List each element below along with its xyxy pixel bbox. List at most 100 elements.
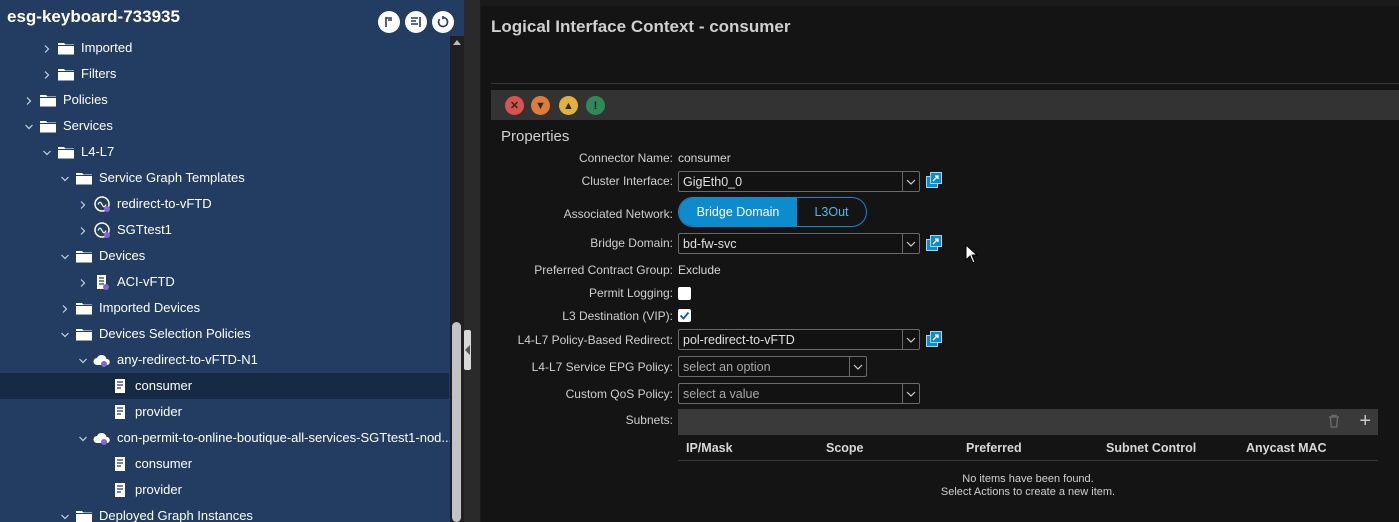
service-epg-policy-select[interactable]: select an option	[678, 356, 867, 377]
subnets-toolbar: +	[678, 409, 1378, 435]
permit-logging-checkbox[interactable]	[678, 287, 691, 300]
chevron-down-icon[interactable]	[60, 511, 70, 521]
chevron-right-icon[interactable]	[78, 225, 88, 235]
add-icon[interactable]: +	[1359, 411, 1371, 431]
custom-qos-select[interactable]: select a value	[678, 383, 920, 404]
chevron-right-icon[interactable]	[60, 303, 70, 313]
empty-hint: Select Actions to create a new item.	[940, 486, 1116, 498]
folder-icon	[75, 170, 93, 186]
cluster-interface-select[interactable]: GigEth0_0	[678, 171, 920, 192]
chevron-right-icon[interactable]	[78, 199, 88, 209]
cluster-interface-label: Cluster Interface:	[581, 174, 673, 188]
critical-fault-icon[interactable]: ✕	[505, 96, 524, 115]
tree-scrollbar-thumb[interactable]	[452, 322, 461, 522]
tree-item-label: Service Graph Templates	[99, 170, 245, 185]
empty-message: No items have been found.	[962, 473, 1094, 485]
pbr-select[interactable]: pol-redirect-to-vFTD	[678, 329, 920, 350]
tree-item[interactable]: Filters	[0, 61, 449, 87]
custom-qos-placeholder: select a value	[683, 387, 760, 401]
tree-item[interactable]: any-redirect-to-vFTD-N1	[0, 347, 449, 373]
chevron-down-icon[interactable]	[24, 121, 34, 131]
tree-item-selected[interactable]: consumer	[0, 373, 449, 399]
tree-item[interactable]: Services	[0, 113, 449, 139]
scroll-up-arrow-icon[interactable]	[453, 40, 461, 45]
tree-item[interactable]: ACI-vFTD	[0, 269, 449, 295]
tree-item[interactable]: provider	[0, 477, 449, 503]
warning-fault-icon[interactable]: !	[586, 96, 605, 115]
tree-item-label: consumer	[135, 378, 193, 393]
tree-item[interactable]: consumer	[0, 451, 449, 477]
folder-icon	[39, 118, 57, 134]
tree-item-label: provider	[135, 482, 182, 497]
tree-item-label: Devices Selection Policies	[99, 326, 251, 341]
l3-destination-checkbox[interactable]	[678, 309, 691, 322]
tree-item[interactable]: Imported	[0, 35, 449, 61]
bridge-domain-value: bd-fw-svc	[683, 237, 737, 251]
folder-icon	[75, 508, 93, 522]
tree-list: Imported Filters Policies Services L4-L7 Serv…	[0, 35, 452, 522]
chevron-right-icon[interactable]	[24, 95, 34, 105]
tree-item[interactable]: redirect-to-vFTD	[0, 191, 449, 217]
pbr-label: L4-L7 Policy-Based Redirect:	[517, 333, 673, 347]
collapse-panel-handle[interactable]	[464, 330, 471, 370]
folder-icon	[57, 144, 75, 160]
service-graph-icon	[93, 196, 111, 212]
tree-item[interactable]: Devices Selection Policies	[0, 321, 449, 347]
major-fault-icon[interactable]: ▼	[531, 96, 550, 115]
tree-item[interactable]: Devices	[0, 243, 449, 269]
open-link-icon[interactable]	[926, 172, 942, 188]
checkmark-icon	[679, 311, 690, 320]
pin-icon[interactable]	[378, 11, 400, 33]
column-scope[interactable]: Scope	[826, 441, 864, 455]
document-icon	[111, 404, 129, 420]
open-link-icon[interactable]	[926, 331, 942, 347]
tree-item-label: Filters	[81, 66, 117, 81]
chevron-right-icon[interactable]	[42, 43, 52, 53]
tree-item[interactable]: Service Graph Templates	[0, 165, 449, 191]
tree-item[interactable]: Deployed Graph Instances	[0, 503, 449, 522]
minor-fault-icon[interactable]: ▲	[559, 96, 578, 115]
column-ip-mask[interactable]: IP/Mask	[686, 441, 733, 455]
panel-splitter[interactable]	[464, 0, 480, 522]
tree-item[interactable]: con-permit-to-online-boutique-all-servic…	[0, 425, 452, 451]
refresh-icon[interactable]	[432, 11, 454, 33]
mouse-cursor-icon	[965, 244, 978, 264]
bridge-domain-select[interactable]: bd-fw-svc	[678, 233, 920, 254]
tree-item-label: L4-L7	[81, 144, 115, 159]
chevron-right-icon[interactable]	[78, 277, 88, 287]
tree-item-label: SGTtest1	[117, 222, 172, 237]
chevron-down-icon[interactable]	[60, 251, 70, 261]
chevron-right-icon[interactable]	[42, 69, 52, 79]
service-graph-icon	[93, 222, 111, 238]
tree-item[interactable]: Imported Devices	[0, 295, 449, 321]
chevron-down-icon[interactable]	[78, 355, 88, 365]
collapse-all-icon[interactable]	[405, 11, 427, 33]
tree-item-label: Deployed Graph Instances	[99, 508, 253, 522]
trash-icon[interactable]	[1328, 414, 1340, 428]
tree-item-label: Imported Devices	[99, 300, 201, 315]
navigation-tree-panel: esg-keyboard-733935 Imported Filters Polic…	[0, 0, 464, 522]
preferred-contract-group-value: Exclude	[678, 263, 721, 277]
bridge-domain-option[interactable]: Bridge Domain	[679, 198, 797, 226]
tree-item[interactable]: L4-L7	[0, 139, 449, 165]
l3out-option[interactable]: L3Out	[797, 198, 866, 226]
chevron-down-icon[interactable]	[60, 173, 70, 183]
tree-item[interactable]: Policies	[0, 87, 449, 113]
column-subnet-control[interactable]: Subnet Control	[1106, 441, 1196, 455]
tree-item-label: provider	[135, 404, 182, 419]
page-title: Logical Interface Context - consumer	[491, 17, 791, 36]
tree-item-label: Services	[63, 118, 113, 133]
chevron-down-icon	[849, 357, 866, 376]
chevron-down-icon[interactable]	[60, 329, 70, 339]
detail-panel: Logical Interface Context - consumer ✕ ▼…	[481, 6, 1399, 522]
tree-item[interactable]: SGTtest1	[0, 217, 449, 243]
cloud-policy-icon	[93, 430, 111, 446]
custom-qos-label: Custom QoS Policy:	[565, 387, 673, 401]
tree-item[interactable]: provider	[0, 399, 449, 425]
device-icon	[93, 274, 111, 290]
chevron-down-icon[interactable]	[42, 147, 52, 157]
chevron-down-icon[interactable]	[78, 433, 88, 443]
open-link-icon[interactable]	[926, 235, 942, 251]
column-anycast-mac[interactable]: Anycast MAC	[1246, 441, 1327, 455]
column-preferred[interactable]: Preferred	[966, 441, 1022, 455]
